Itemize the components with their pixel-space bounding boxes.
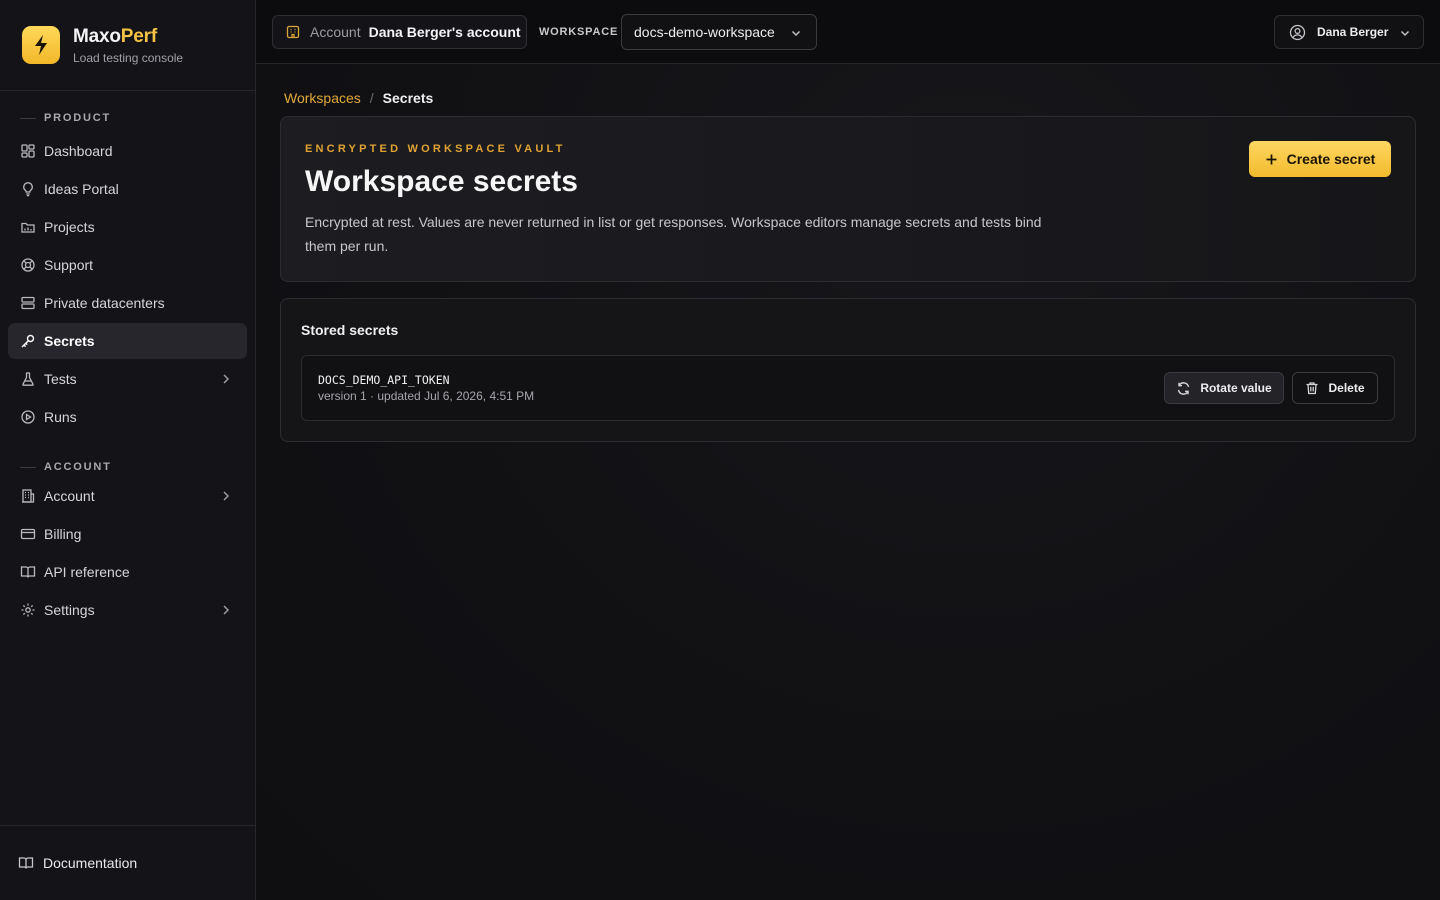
book-open-icon: [18, 855, 34, 871]
play-circle-icon: [20, 409, 36, 425]
page-title: Workspace secrets: [305, 165, 578, 198]
dashboard-icon: [20, 143, 36, 159]
brand-name: MaxoPerf: [73, 25, 157, 47]
sidebar: MaxoPerf Load testing console PRODUCT Da…: [0, 0, 256, 900]
user-circle-icon: [1289, 24, 1306, 41]
sidebar-item-private-datacenters[interactable]: Private datacenters: [8, 285, 247, 321]
brand-subtitle: Load testing console: [73, 50, 184, 65]
breadcrumb-current: Secrets: [382, 90, 434, 106]
user-menu[interactable]: Dana Berger: [1274, 15, 1424, 49]
secret-meta: version 1 · updated Jul 6, 2026, 4:51 PM: [318, 389, 535, 403]
flask-icon: [20, 371, 36, 387]
documentation-link[interactable]: Documentation: [0, 825, 255, 900]
sidebar-item-account[interactable]: Account: [8, 478, 247, 514]
server-icon: [20, 295, 36, 311]
rotate-value-button[interactable]: Rotate value: [1164, 372, 1284, 404]
section-label-account: ACCOUNT: [0, 457, 255, 477]
plus-icon: [1265, 153, 1278, 166]
account-name: Dana Berger's account: [368, 24, 521, 40]
sidebar-item-dashboard[interactable]: Dashboard: [8, 133, 247, 169]
stored-secrets-title: Stored secrets: [301, 322, 399, 338]
main-content: Workspaces / Secrets ENCRYPTED WORKSPACE…: [256, 64, 1440, 900]
building-icon: [285, 24, 301, 40]
workspace-label: WORKSPACE: [539, 26, 619, 38]
chevron-right-icon: [219, 603, 233, 617]
chevron-right-icon: [219, 372, 233, 386]
chevron-right-icon: [219, 489, 233, 503]
sidebar-item-support[interactable]: Support: [8, 247, 247, 283]
stored-secrets-panel: Stored secrets DOCS_DEMO_API_TOKEN versi…: [280, 298, 1416, 442]
key-icon: [20, 333, 36, 349]
section-label-product: PRODUCT: [0, 108, 255, 128]
breadcrumb: Workspaces / Secrets: [284, 90, 433, 106]
gear-icon: [20, 602, 36, 618]
chevron-down-icon: [790, 27, 802, 39]
hero-description: Encrypted at rest. Values are never retu…: [305, 214, 1042, 254]
workspace-select[interactable]: docs-demo-workspace: [621, 14, 817, 50]
user-name: Dana Berger: [1317, 25, 1389, 39]
secret-name: DOCS_DEMO_API_TOKEN: [318, 373, 450, 387]
sidebar-item-billing[interactable]: Billing: [8, 516, 247, 552]
sidebar-item-runs[interactable]: Runs: [8, 399, 247, 435]
chevron-down-icon: [1399, 27, 1411, 39]
folder-icon: [20, 219, 36, 235]
workspace-value: docs-demo-workspace: [634, 24, 775, 40]
refresh-icon: [1176, 381, 1191, 396]
brand[interactable]: MaxoPerf Load testing console: [0, 0, 255, 91]
breadcrumb-separator: /: [369, 90, 374, 106]
sidebar-item-ideas-portal[interactable]: Ideas Portal: [8, 171, 247, 207]
sidebar-item-settings[interactable]: Settings: [8, 592, 247, 628]
sidebar-item-secrets[interactable]: Secrets: [8, 323, 247, 359]
sidebar-item-api-reference[interactable]: API reference: [8, 554, 247, 590]
sidebar-item-projects[interactable]: Projects: [8, 209, 247, 245]
book-icon: [20, 564, 36, 580]
delete-secret-button[interactable]: Delete: [1292, 372, 1378, 404]
building-icon: [20, 488, 36, 504]
topbar: Account Dana Berger's account WORKSPACE …: [256, 0, 1440, 64]
account-label: Account: [310, 24, 361, 40]
breadcrumb-workspaces[interactable]: Workspaces: [284, 90, 361, 106]
trash-icon: [1305, 381, 1319, 395]
lightbulb-icon: [20, 181, 36, 197]
create-secret-button[interactable]: Create secret: [1249, 141, 1391, 177]
account-switcher[interactable]: Account Dana Berger's account: [272, 15, 527, 49]
hero-eyebrow: ENCRYPTED WORKSPACE VAULT: [305, 143, 566, 155]
lifebuoy-icon: [20, 257, 36, 273]
hero-panel: ENCRYPTED WORKSPACE VAULT Workspace secr…: [280, 116, 1416, 282]
credit-card-icon: [20, 526, 36, 542]
sidebar-item-tests[interactable]: Tests: [8, 361, 247, 397]
secret-row: DOCS_DEMO_API_TOKEN version 1 · updated …: [301, 355, 1395, 421]
lightning-bolt-icon: [22, 26, 60, 64]
